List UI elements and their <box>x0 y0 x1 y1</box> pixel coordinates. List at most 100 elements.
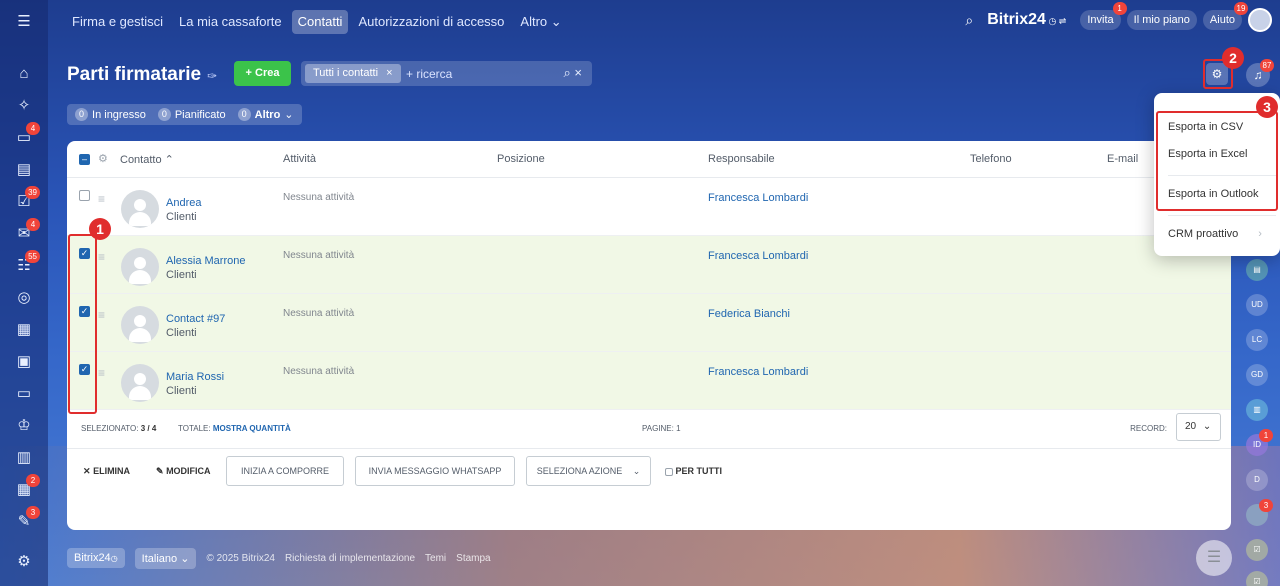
nav-contatti[interactable]: Contatti <box>291 10 349 34</box>
sign-icon[interactable]: ✎ 3 <box>14 506 40 532</box>
contact-name[interactable]: Contact #97 <box>166 313 225 325</box>
show-quantity-link[interactable]: MOSTRA QUANTITÀ <box>213 424 291 433</box>
home-icon[interactable]: ⌂ <box>14 64 34 84</box>
pin-icon[interactable]: ✑ <box>207 69 217 83</box>
search-clear-icons[interactable]: ⌕ × <box>564 65 582 81</box>
select-all-checkbox[interactable]: – <box>79 154 90 165</box>
chat-avatar-icon[interactable]: ▥ <box>1246 399 1268 421</box>
footer-brand[interactable]: Bitrix24◷ <box>67 548 125 568</box>
table-row[interactable]: ✓ ≡ Alessia Marrone Clienti Nessuna atti… <box>67 236 1231 294</box>
bot-avatar[interactable]: 3 <box>1246 499 1273 526</box>
start-compose-button[interactable]: INIZIA A COMPORRE <box>226 456 344 486</box>
footer-link-implementation[interactable]: Richiesta di implementazione <box>285 553 415 564</box>
presentation-icon[interactable]: ▥ <box>14 448 34 468</box>
footer-link-print[interactable]: Stampa <box>456 553 490 564</box>
search-icon[interactable]: ⌕ <box>965 12 973 29</box>
counter-pianificato[interactable]: 0 Pianificato <box>157 108 226 121</box>
document-icon[interactable]: ▣ <box>14 352 34 372</box>
copyright-text: © 2025 Bitrix24 <box>206 552 275 564</box>
counter-value: 0 <box>157 108 171 121</box>
feed-icon[interactable]: ▤ <box>14 160 34 180</box>
chat-icon[interactable]: ▭ 4 <box>14 122 40 148</box>
column-email[interactable]: E-mail <box>1107 153 1138 165</box>
id-badge: 1 <box>1259 429 1273 442</box>
table-row[interactable]: ✓ ≡ Maria Rossi Clienti Nessuna attività… <box>67 352 1231 410</box>
contact-name[interactable]: Alessia Marrone <box>166 255 245 267</box>
responsible-link[interactable]: Francesca Lombardi <box>708 192 808 204</box>
for-all-checkbox[interactable] <box>665 467 673 476</box>
footer-link-themes[interactable]: Temi <box>425 553 446 564</box>
close-icon[interactable]: × <box>386 67 392 79</box>
column-responsabile[interactable]: Responsabile <box>708 153 775 165</box>
checklist-icon[interactable]: ☑ <box>1246 539 1268 561</box>
drive-icon[interactable]: ▭ <box>14 384 34 404</box>
drag-handle-icon[interactable]: ≡ <box>98 250 105 264</box>
record-label: RECORD: <box>1130 424 1167 433</box>
whatsapp-button[interactable]: INVIA MESSAGGIO WHATSAPP <box>355 456 515 486</box>
mail-icon[interactable]: ✉ 4 <box>14 218 40 244</box>
language-select[interactable]: Italiano ⌄ <box>134 547 197 569</box>
chevron-down-icon: ⌄ <box>284 109 294 121</box>
column-attivita[interactable]: Attività <box>283 153 316 165</box>
annotation-2: 2 <box>1222 47 1244 69</box>
target-icon[interactable]: ◎ <box>14 288 34 308</box>
filter-search-bar[interactable]: Tutti i contatti × + ricerca ⌕ × <box>301 61 592 86</box>
edit-label: MODIFICA <box>166 466 211 476</box>
counter-in-ingresso[interactable]: 0 In ingresso <box>75 108 146 121</box>
help-button[interactable]: Aiuto 19 <box>1202 2 1248 30</box>
contact-name[interactable]: Andrea <box>166 197 201 209</box>
create-button[interactable]: + Crea <box>234 61 291 86</box>
menu-item-crm-proattivo[interactable]: CRM proattivo › <box>1168 228 1262 240</box>
avatar <box>121 364 159 402</box>
invite-button[interactable]: Invita 1 <box>1080 2 1127 30</box>
user-avatar-ud[interactable]: UD <box>1246 294 1268 316</box>
user-avatar-gd[interactable]: GD <box>1246 364 1268 386</box>
select-action-dropdown[interactable]: SELEZIONA AZIONE ⌄ <box>526 456 651 486</box>
responsible-link[interactable]: Federica Bianchi <box>708 308 790 320</box>
nav-la-mia-cassaforte[interactable]: La mia cassaforte <box>173 10 288 34</box>
edit-button[interactable]: ✎ MODIFICA <box>156 466 211 477</box>
user-avatar-d[interactable]: D <box>1246 469 1268 491</box>
column-contatto[interactable]: Contatto ⌃ <box>120 153 174 166</box>
group-icon[interactable]: ♔ <box>14 416 34 436</box>
my-plan-button[interactable]: Il mio piano <box>1126 10 1197 30</box>
checklist-icon-2[interactable]: ☑ <box>1246 571 1268 586</box>
search-input[interactable]: + ricerca <box>406 67 452 81</box>
counter-altro[interactable]: 0 Altro ⌄ <box>237 108 294 121</box>
row-checkbox[interactable] <box>79 190 90 201</box>
funnel-icon[interactable]: ☷ 55 <box>14 250 40 276</box>
action-panel: ✕ ELIMINA ✎ MODIFICA INIZIA A COMPORRE I… <box>67 456 1231 488</box>
drag-handle-icon[interactable]: ≡ <box>98 308 105 322</box>
contact-name[interactable]: Maria Rossi <box>166 371 224 383</box>
column-posizione[interactable]: Posizione <box>497 153 545 165</box>
contact-card-icon[interactable]: ▤ <box>1246 259 1268 281</box>
delete-button[interactable]: ✕ ELIMINA <box>83 466 130 477</box>
settings-gear-icon[interactable]: ⚙ <box>14 552 34 572</box>
drag-handle-icon[interactable]: ≡ <box>98 192 105 206</box>
table-row[interactable]: ≡ Andrea Clienti Nessuna attività France… <box>67 178 1231 236</box>
quick-menu-button[interactable]: ☰ <box>1196 540 1232 576</box>
menu-icon[interactable]: ☰ <box>14 12 34 32</box>
calendar-tasks-icon[interactable]: ▦ 2 <box>14 474 40 500</box>
column-telefono[interactable]: Telefono <box>970 153 1012 165</box>
table-row[interactable]: ✓ ≡ Contact #97 Clienti Nessuna attività… <box>67 294 1231 352</box>
sparkle-icon[interactable]: ✧ <box>14 96 34 116</box>
user-avatar[interactable] <box>1248 8 1272 32</box>
for-all-toggle[interactable]: PER TUTTI <box>665 466 722 476</box>
user-avatar-id[interactable]: ID 1 <box>1246 429 1273 456</box>
responsible-link[interactable]: Francesca Lombardi <box>708 366 808 378</box>
chevron-right-icon: › <box>1258 228 1262 240</box>
bot-badge: 3 <box>1259 499 1273 512</box>
activity-text: Nessuna attività <box>283 308 355 319</box>
nav-altro[interactable]: Altro ⌄ <box>514 10 567 34</box>
drag-handle-icon[interactable]: ≡ <box>98 366 105 380</box>
user-avatar-lc[interactable]: LC <box>1246 329 1268 351</box>
nav-firma-e-gestisci[interactable]: Firma e gestisci <box>66 10 169 34</box>
tasks-icon[interactable]: ☑ 39 <box>14 186 40 212</box>
filter-chip[interactable]: Tutti i contatti × <box>305 64 401 83</box>
responsible-link[interactable]: Francesca Lombardi <box>708 250 808 262</box>
records-per-page-select[interactable]: 20 ⌄ <box>1176 413 1221 441</box>
nav-autorizzazioni[interactable]: Autorizzazioni di accesso <box>352 10 510 34</box>
grid-settings-icon[interactable]: ⚙ <box>98 152 108 165</box>
calendar-icon[interactable]: ▦ <box>14 320 34 340</box>
